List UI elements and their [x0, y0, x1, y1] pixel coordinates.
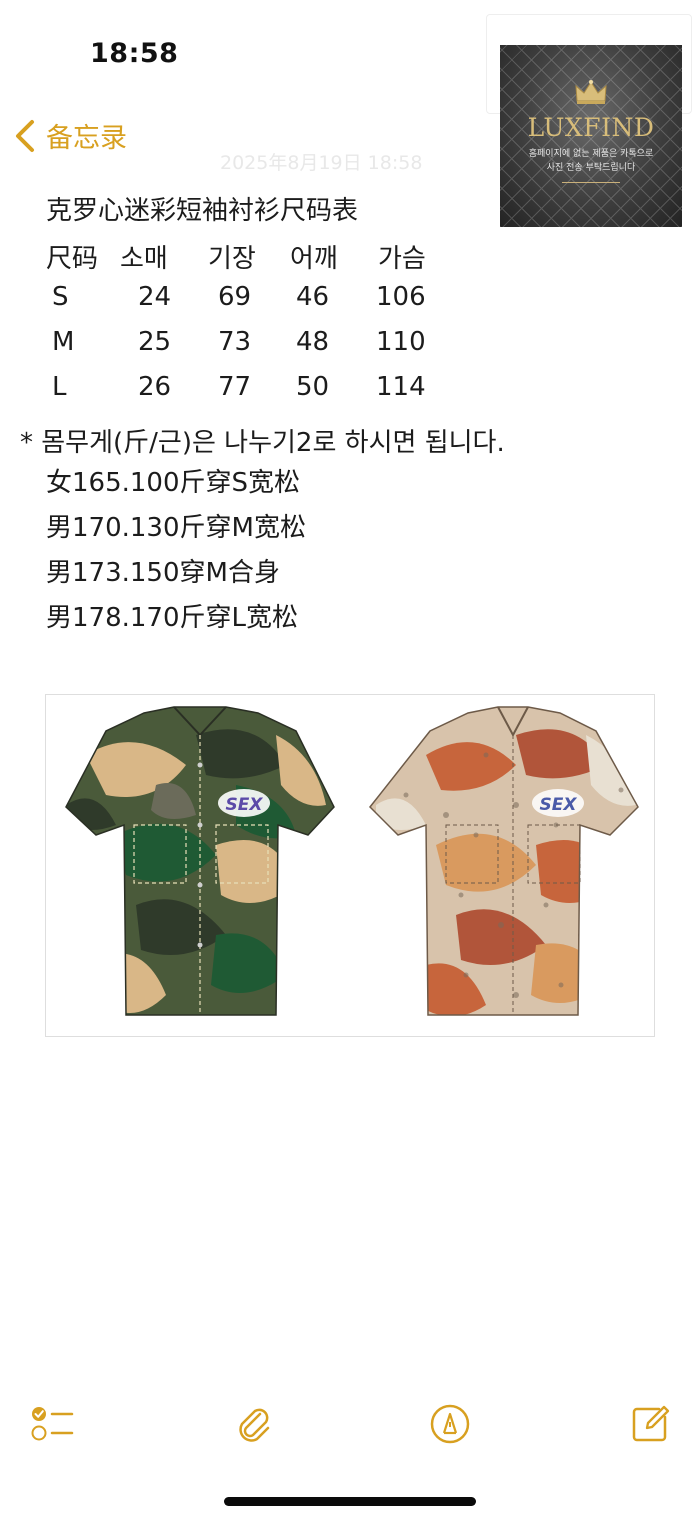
table-header: 기장	[208, 244, 256, 274]
note-date: 2025年8月19日 18:58	[220, 152, 423, 174]
compose-icon	[632, 1405, 670, 1442]
table-cell: 26	[138, 372, 172, 402]
table-cell-size: S	[52, 282, 69, 312]
table-header: 가슴	[378, 244, 426, 274]
chevron-left-icon	[16, 119, 34, 152]
note-title[interactable]: 克罗心迷彩短袖衬衫尺码表	[46, 190, 358, 227]
table-cell: 48	[296, 327, 330, 357]
table-header: 어깨	[290, 244, 338, 274]
back-button[interactable]: 备忘录	[14, 116, 127, 155]
checklist-button[interactable]	[30, 1402, 74, 1446]
table-header: 尺码	[46, 244, 99, 274]
fit-line: 男173.150穿M合身	[46, 558, 280, 588]
table-cell: 77	[218, 372, 252, 402]
table-cell: 50	[296, 372, 330, 402]
svg-text:SEX: SEX	[226, 795, 264, 815]
watermark-line-2: 사진 전송 부탁드립니다	[546, 163, 636, 173]
weight-note: * 몸무게(斤/근)은 나누기2로 하시면 됩니다.	[20, 428, 505, 458]
table-cell: 69	[218, 282, 252, 312]
watermark-line-1: 홈페이지에 없는 제품은 카톡으로	[528, 149, 654, 159]
table-cell: 25	[138, 327, 172, 357]
fit-line: 男178.170斤穿L宽松	[46, 603, 299, 633]
product-image[interactable]: SEX SEX	[45, 694, 655, 1037]
checklist-icon	[31, 1407, 74, 1441]
green-camo-shirt: SEX	[65, 706, 335, 1016]
shirts-illustration: SEX SEX	[65, 706, 639, 1016]
watermark-brand: LUXFIND	[527, 113, 655, 142]
table-cell: 24	[138, 282, 172, 312]
shirt-badge: SEX	[532, 789, 584, 817]
svg-text:SEX: SEX	[540, 795, 578, 815]
table-cell: 114	[376, 372, 426, 402]
status-time: 18:58	[90, 38, 179, 69]
compose-button[interactable]	[628, 1402, 672, 1446]
shirt-badge: SEX	[218, 789, 270, 817]
table-cell: 73	[218, 327, 252, 357]
fit-line: 男170.130斤穿M宽松	[46, 513, 306, 543]
markup-pen-icon	[430, 1404, 470, 1444]
table-cell-size: L	[52, 372, 67, 402]
back-button-label: 备忘录	[46, 123, 127, 154]
table-cell: 46	[296, 282, 330, 312]
table-cell-size: M	[52, 327, 75, 357]
markup-button[interactable]	[428, 1402, 472, 1446]
table-cell: 110	[376, 327, 426, 357]
attachment-button[interactable]	[232, 1402, 276, 1446]
home-indicator[interactable]	[224, 1497, 476, 1506]
table-cell: 106	[376, 282, 426, 312]
desert-camo-shirt: SEX	[368, 706, 639, 1016]
paperclip-icon	[239, 1408, 270, 1442]
luxfind-watermark-logo: LUXFIND 홈페이지에 없는 제품은 카톡으로 사진 전송 부탁드립니다	[500, 45, 682, 227]
fit-line: 女165.100斤穿S宽松	[46, 468, 301, 498]
crown-icon	[575, 80, 607, 104]
table-header: 소매	[120, 244, 168, 274]
